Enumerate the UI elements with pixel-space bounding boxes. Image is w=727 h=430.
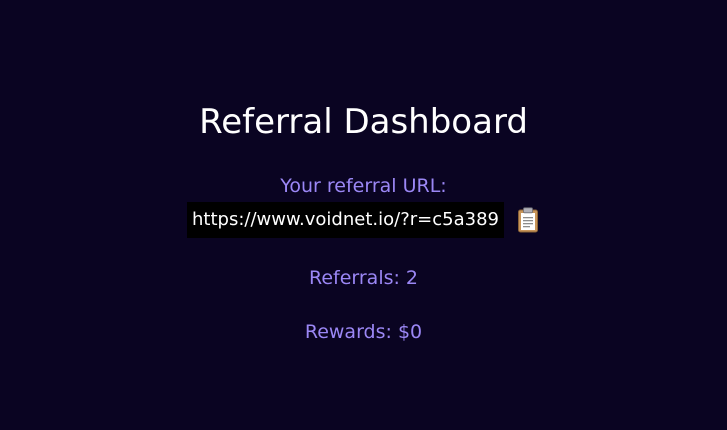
referral-url-field[interactable]: https://www.voidnet.io/?r=c5a389 xyxy=(187,202,504,238)
clipboard-icon xyxy=(517,207,538,233)
referrals-count: Referrals: 2 xyxy=(308,267,419,289)
page-title: Referral Dashboard xyxy=(199,102,528,142)
referral-url-label: Your referral URL: xyxy=(280,175,447,197)
rewards-amount: Rewards: $0 xyxy=(304,321,423,343)
copy-url-button[interactable] xyxy=(516,205,540,235)
referral-dashboard: Referral Dashboard Your referral URL: ht… xyxy=(0,0,727,430)
referral-url-row: https://www.voidnet.io/?r=c5a389 xyxy=(0,202,727,238)
